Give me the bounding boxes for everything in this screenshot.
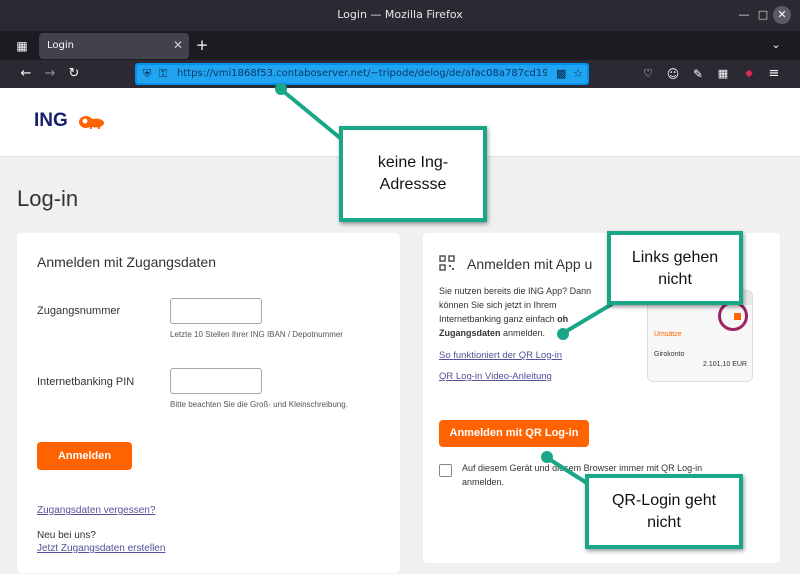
callout-links-note: Links gehen nicht (607, 231, 743, 305)
reload-icon[interactable]: ↻ (66, 65, 82, 83)
access-number-hint: Letzte 10 Stellen Ihrer ING IBAN / Depot… (170, 330, 343, 339)
logo-text: ING (34, 110, 68, 131)
preview-label-2: Girokonto (654, 351, 685, 358)
remember-line-1b: diesem Browser immer mit QR Log-in (552, 463, 703, 473)
title-bar: Login — Mozilla Firefox — □ ✕ (0, 0, 800, 31)
preview-amount: 2.101,10 EUR (703, 361, 747, 368)
pin-input[interactable] (170, 368, 262, 394)
callout-links-line-1: Links gehen (631, 249, 719, 266)
remember-line-1: Auf diesem Gerät und (462, 463, 550, 473)
minimize-icon[interactable]: — (735, 6, 753, 24)
qr-code-icon[interactable]: ▩ (556, 67, 566, 80)
login-button[interactable]: Anmelden (37, 442, 132, 470)
remember-device-checkbox[interactable] (439, 464, 452, 477)
callout-url-note: keine Ing- Adressse (339, 126, 487, 222)
ing-logo[interactable]: ING (34, 110, 106, 132)
create-credentials-link[interactable]: Jetzt Zugangsdaten erstellen (37, 543, 165, 554)
bookmark-star-icon[interactable]: ☆ (573, 67, 583, 80)
callout-qr-line-2: nicht (647, 514, 681, 531)
remember-line-2: anmelden. (462, 477, 505, 487)
shield-icon[interactable]: ⛨ (143, 67, 151, 81)
close-window-icon[interactable]: ✕ (773, 6, 791, 24)
tab-login[interactable]: Login ✕ (39, 33, 189, 59)
credentials-card-title: Anmelden mit Zugangsdaten (37, 254, 216, 270)
menu-icon[interactable]: ≡ (766, 65, 782, 83)
forward-icon[interactable]: → (42, 65, 58, 83)
credentials-login-card: Anmelden mit Zugangsdaten Zugangsnummer … (17, 233, 400, 573)
qr-video-link[interactable]: QR Log-in Video-Anleitung (439, 371, 552, 382)
description-bold-2: Zugangsdaten (439, 328, 501, 338)
qr-login-button[interactable]: Anmelden mit QR Log-in (439, 420, 589, 447)
extensions-icon[interactable]: ✎ (690, 65, 706, 83)
new-tab-button[interactable]: + (194, 36, 210, 54)
description-line-3: Internetbanking ganz einfach (439, 314, 555, 324)
callout-qr-line-1: QR-Login geht (611, 492, 717, 509)
callout-url-line-2: Adressse (379, 176, 447, 193)
url-bar[interactable]: ⛨ ⚿ https://vmi1868f53.contaboserver.net… (135, 63, 589, 85)
preview-label-1: Umsätze (654, 331, 682, 338)
access-number-label: Zugangsnummer (37, 305, 121, 317)
pocket-icon[interactable]: ♡ (640, 65, 656, 83)
callout-url-line-1: keine Ing- (377, 154, 449, 171)
lion-logo-icon (79, 115, 105, 129)
description-line-1: Sie nutzen bereits die ING App? Dann (439, 286, 592, 296)
apps-grid-icon[interactable]: ▦ (715, 65, 731, 83)
access-number-input[interactable] (170, 298, 262, 324)
window-title: Login — Mozilla Firefox (337, 8, 463, 21)
close-tab-icon[interactable]: ✕ (173, 38, 183, 52)
qr-icon (439, 255, 455, 271)
description-bold-1: oh (557, 314, 569, 324)
description-line-4: anmelden. (500, 328, 546, 338)
page-title: Log-in (17, 186, 79, 211)
back-icon[interactable]: ← (18, 65, 34, 83)
tab-bar: ▦ Login ✕ + ⌄ (0, 31, 800, 60)
account-icon[interactable]: ☺ (665, 65, 681, 83)
qr-howto-link[interactable]: So funktioniert der QR Log-in (439, 350, 562, 361)
url-text[interactable]: https://vmi1868f53.contaboserver.net/~tr… (177, 68, 547, 79)
ublock-icon[interactable]: ◆ (741, 65, 757, 83)
pin-hint: Bitte beachten Sie die Groß- und Kleinsc… (170, 400, 348, 409)
forgot-credentials-link[interactable]: Zugangsdaten vergessen? (37, 505, 155, 516)
list-tabs-icon[interactable]: ⌄ (768, 36, 784, 54)
new-customer-text: Neu bei uns? (37, 530, 96, 541)
callout-qr-note: QR-Login geht nicht (585, 474, 743, 549)
callout-links-line-2: nicht (658, 271, 692, 288)
lock-icon[interactable]: ⚿ (159, 67, 167, 81)
tab-manager-icon[interactable]: ▦ (14, 37, 30, 55)
browser-window: Login — Mozilla Firefox — □ ✕ ▦ Login ✕ … (0, 0, 800, 574)
maximize-icon[interactable]: □ (754, 6, 772, 24)
description-line-2: können Sie sich jetzt in Ihrem (439, 300, 557, 310)
app-card-title: Anmelden mit App u (467, 256, 593, 272)
tab-label: Login (47, 40, 74, 51)
pin-label: Internetbanking PIN (37, 376, 135, 388)
